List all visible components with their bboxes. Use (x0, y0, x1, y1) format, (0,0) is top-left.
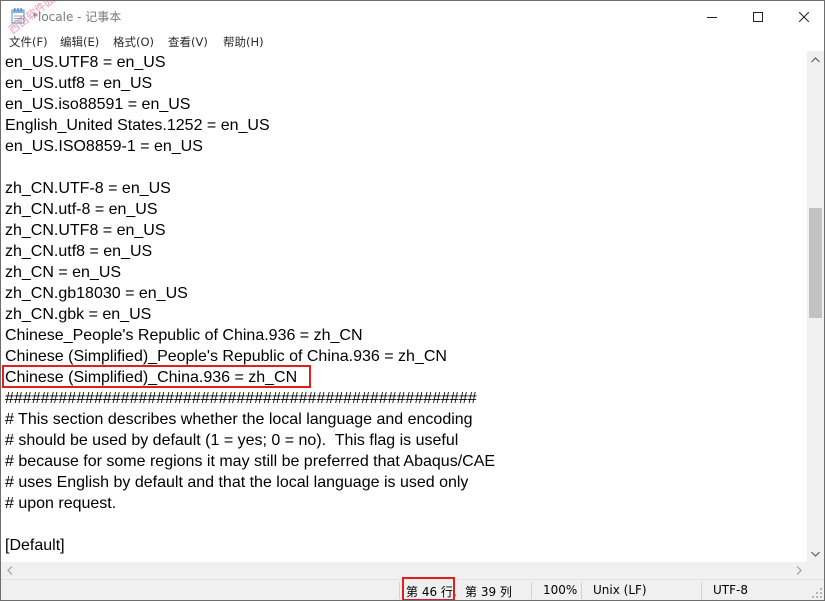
menu-format[interactable]: 格式(O) (113, 34, 154, 50)
text-line: en_US.utf8 = en_US (5, 75, 153, 92)
text-line: en_US.ISO8859-1 = en_US (5, 138, 203, 155)
status-zoom: 100% (543, 583, 578, 597)
scrollbar-corner (807, 562, 824, 579)
close-button[interactable] (781, 1, 824, 32)
status-divider (581, 582, 582, 599)
text-line: zh_CN.gbk = en_US (5, 306, 152, 323)
chevron-left-icon (6, 566, 12, 575)
scroll-right-button[interactable] (790, 562, 807, 579)
menu-view[interactable]: 查看(V) (168, 34, 208, 50)
minimize-icon (707, 16, 717, 18)
text-editor[interactable]: en_US.UTF8 = en_US en_US.utf8 = en_US en… (1, 51, 807, 562)
text-line: ########################################… (5, 390, 477, 407)
chevron-down-icon (811, 551, 820, 557)
scroll-left-button[interactable] (1, 562, 18, 579)
status-line-number: 第 46 行, (406, 585, 457, 599)
status-line-ending: Unix (LF) (593, 583, 647, 597)
text-line: en_US.UTF8 = en_US (5, 54, 166, 71)
title-bar[interactable]: *locale - 记事本 (1, 1, 824, 32)
text-line: Chinese_People's Republic of China.936 =… (5, 327, 363, 344)
status-bar: 第 46 行, 第 39 列 100% Unix (LF) UTF-8 (1, 577, 824, 600)
text-line: # should be used by default (1 = yes; 0 … (5, 432, 459, 449)
menu-file[interactable]: 文件(F) (9, 34, 48, 50)
text-line: zh_CN.utf8 = en_US (5, 243, 153, 260)
status-divider (399, 582, 400, 599)
menu-edit[interactable]: 编辑(E) (60, 34, 99, 50)
maximize-icon (753, 11, 763, 22)
scroll-up-button[interactable] (807, 51, 824, 68)
status-divider (701, 582, 702, 599)
menu-help[interactable]: 帮助(H) (223, 34, 264, 50)
menu-bar: 文件(F) 编辑(E) 格式(O) 查看(V) 帮助(H) (1, 32, 824, 51)
text-line: # because for some regions it may still … (5, 453, 496, 470)
text-line-highlighted: Chinese (Simplified)_China.936 = zh_CN (5, 369, 298, 386)
text-line: zh_CN.utf-8 = en_US (5, 201, 158, 218)
notepad-icon (11, 8, 25, 24)
text-line: English_United States.1252 = en_US (5, 117, 270, 134)
text-line: zh_CN.UTF-8 = en_US (5, 180, 171, 197)
maximize-button[interactable] (735, 1, 781, 32)
text-line: zh_CN = en_US (5, 264, 122, 281)
text-line: Chinese (Simplified)_People's Republic o… (5, 348, 447, 365)
scroll-down-button[interactable] (807, 545, 824, 562)
notepad-window: *locale - 记事本 文件(F) 编辑(E) 格式(O) 查看(V) 帮助… (0, 0, 825, 601)
resize-grip-icon[interactable] (811, 587, 823, 599)
close-icon (799, 11, 809, 22)
chevron-right-icon (796, 566, 802, 575)
status-column-number: 第 39 列 (465, 585, 512, 599)
text-line: en_US.iso88591 = en_US (5, 96, 191, 113)
horizontal-scrollbar[interactable] (1, 562, 807, 579)
vertical-scroll-thumb[interactable] (809, 208, 822, 318)
text-line: # upon request. (5, 495, 117, 512)
status-divider (531, 582, 532, 599)
vertical-scrollbar[interactable] (807, 51, 824, 562)
window-title: *locale - 记事本 (32, 10, 122, 24)
text-line: [Default] (5, 537, 65, 554)
minimize-button[interactable] (689, 1, 735, 32)
text-line: zh_CN.UTF8 = en_US (5, 222, 166, 239)
status-encoding: UTF-8 (713, 583, 748, 597)
text-line: # uses English by default and that the l… (5, 474, 469, 491)
text-line: zh_CN.gb18030 = en_US (5, 285, 188, 302)
text-line: # This section describes whether the loc… (5, 411, 473, 428)
chevron-up-icon (811, 56, 820, 62)
